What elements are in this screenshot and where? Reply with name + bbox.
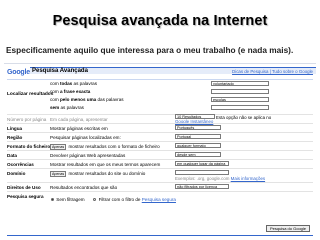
occurrences-desc: Mostrar resultados em que os meus termos… [50,162,161,167]
results-per-page-desc: Em cada página, apresentar [50,117,108,122]
no-filter-radio[interactable] [51,198,54,202]
row-suffix: as palavras [60,105,84,110]
domain-row: Domínio Apenas mostrar resultados do sit… [7,168,313,182]
row-suffix: as palavras [73,81,98,86]
any-word-row: com pelo menos uma das palavras [50,97,124,102]
filter-label: Filtrar com o filtro de [98,197,141,202]
top-links[interactable]: Dicas de Pesquisa | Tudo sobre o Google [232,69,313,74]
no-filter-label: Sem filtragem [56,197,85,202]
without-words-input[interactable] [211,105,269,110]
all-words-input[interactable]: voluntariado [211,81,269,86]
exact-phrase-row: com a frase exacta [50,89,90,94]
screenshot-panel: Google Pesquisa Avançada Dicas de Pesqui… [4,63,316,240]
domain-label: Domínio [7,171,26,176]
results-per-page-label: Número por página [7,117,47,122]
all-words-row: com todas as palavras [50,81,97,86]
occurrences-select[interactable]: em qualquer lugar da página [175,161,229,166]
row-prefix: com [50,89,59,94]
row-bold: sem [50,105,60,110]
domain-only-select[interactable]: Apenas [50,171,67,177]
usage-rights-desc: Resultados encontrados que são [50,185,118,190]
language-label: Língua [7,126,23,131]
region-desc: Pesquisar páginas localizadas em: [50,135,121,140]
results-per-page-row: Número por página Em cada página, aprese… [7,114,313,124]
filter-radio[interactable] [93,198,97,202]
file-format-label: Formato do ficheiro [7,144,51,149]
safe-search-options: Sem filtragem Filtrar com o filtro de Pe… [50,197,176,202]
row-bold: pelo menos uma [59,97,97,102]
language-desc: Mostrar páginas escritas em [50,126,108,131]
language-select[interactable]: Português [175,125,221,130]
domain-desc-text: mostrar resultados do site ou domínio [68,171,146,177]
page-heading: Pesquisa Avançada [32,68,88,74]
occurrences-label: Ocorrências [7,162,34,167]
find-results-label: Localizar resultados [7,92,54,97]
instant-note-text: Esta opção não se aplica no [216,115,272,120]
google-logo[interactable]: Google [7,69,30,76]
bottom-rule [7,235,313,236]
top-bar: Google Pesquisa Avançada Dicas de Pesqui… [4,66,316,79]
row-bold: todas [59,81,73,86]
region-row: Região Pesquisar páginas localizadas em:… [7,132,313,141]
safe-search-row: Pesquisa segura Sem filtragem Filtrar co… [7,191,313,205]
region-label: Região [7,135,23,140]
safe-search-label: Pesquisa segura [7,194,44,199]
date-select[interactable]: desde sem [175,152,221,157]
domain-hint: Exemplos: .org, google.com Mais informaç… [175,176,265,181]
region-select[interactable]: Portugal [175,134,221,139]
exact-phrase-input[interactable] [211,89,269,94]
any-word-input[interactable]: escolas [211,97,269,102]
slide-title: Pesquisa avançada na Internet [52,13,268,29]
safe-search-link[interactable]: Pesquisa segura [142,197,176,202]
google-search-button[interactable]: Pesquisa do Google [266,225,310,232]
file-format-select[interactable]: qualquer formato [175,143,221,148]
date-label: Data [7,153,17,158]
language-row: Língua Mostrar páginas escritas em Portu… [7,123,313,132]
row-suffix: das palavras [97,97,124,102]
slide-subtitle: Especificamente aquilo que interessa par… [6,45,294,55]
domain-desc: Apenas mostrar resultados do site ou dom… [50,171,145,177]
date-row: Data Devolver páginas Web apresentadas d… [7,150,313,159]
domain-hint-text: Exemplos: .org, google.com [175,176,230,181]
row-prefix: com [50,97,59,102]
usage-rights-label: Direitos de Uso [7,185,41,190]
domain-input[interactable] [175,170,229,175]
without-words-row: sem as palavras [50,105,84,110]
find-results-box: Localizar resultados com todas as palavr… [7,79,313,112]
instant-note: Esta opção não se aplica no [216,115,271,120]
domain-more-info-link[interactable]: Mais informações [231,176,265,181]
file-format-desc-text: mostrar resultados com o formato de fich… [68,144,160,150]
date-desc: Devolver páginas Web apresentadas [50,153,126,158]
file-format-row: Formato do ficheiro Apenas mostrar resul… [7,141,313,150]
row-prefix: com [50,81,59,86]
row-bold: a frase exacta [59,89,91,94]
usage-rights-row: Direitos de Uso Resultados encontrados q… [7,182,313,191]
occurrences-row: Ocorrências Mostrar resultados em que os… [7,159,313,168]
usage-rights-select[interactable]: não filtrados por licença [175,184,229,189]
